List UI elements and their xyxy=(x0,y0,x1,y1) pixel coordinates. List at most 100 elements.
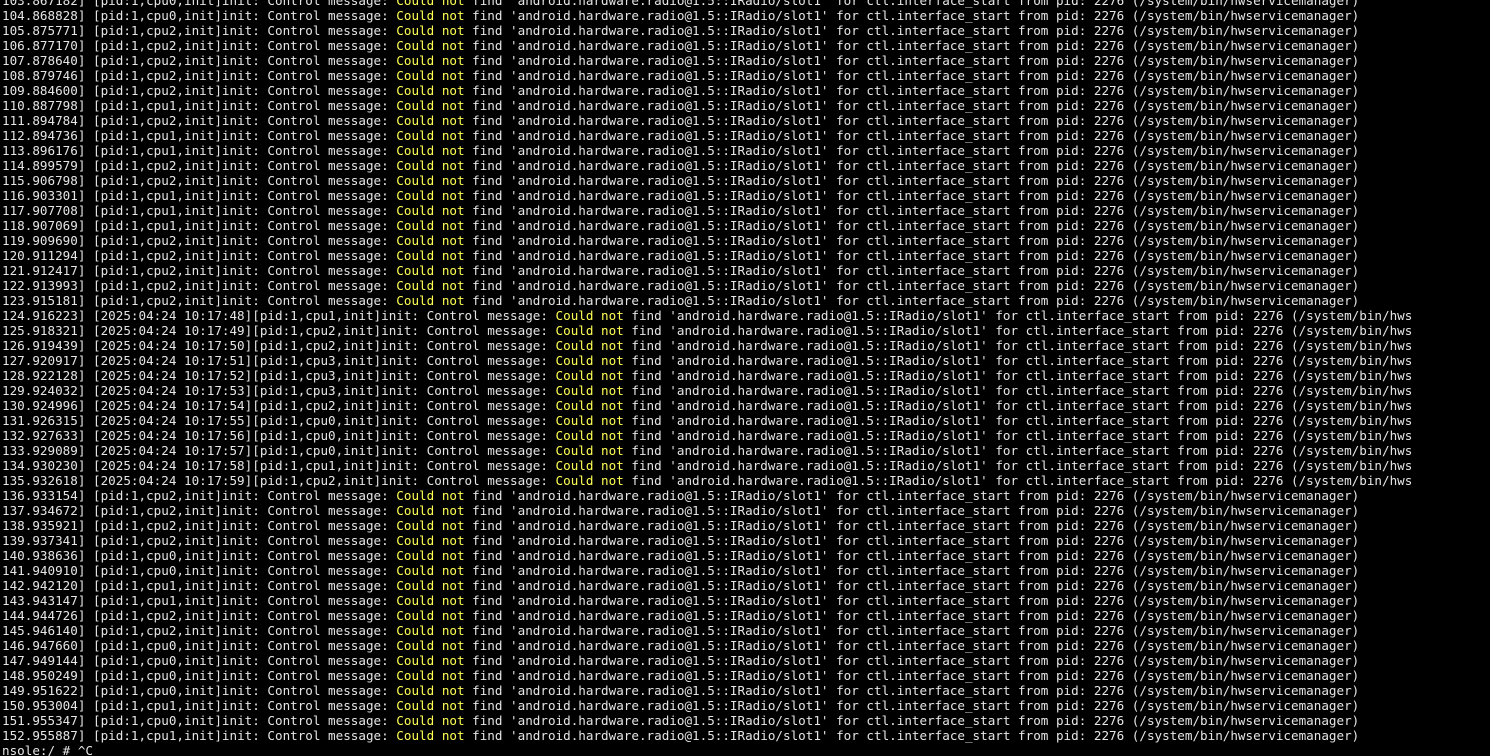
log-timestamp: 110.887798] xyxy=(2,98,93,113)
log-message: init: Control message: xyxy=(221,188,397,203)
highlight-could: Could xyxy=(396,578,435,593)
log-context: [pid:1,cpu2,init] xyxy=(93,68,222,83)
highlight-could: Could xyxy=(555,383,594,398)
log-space xyxy=(434,638,442,653)
log-detail: find 'android.hardware.radio@1.5::IRadio… xyxy=(464,248,1360,263)
log-timestamp: 125.918321] xyxy=(2,323,93,338)
log-space xyxy=(593,473,601,488)
log-space xyxy=(593,458,601,473)
log-detail: find 'android.hardware.radio@1.5::IRadio… xyxy=(464,38,1360,53)
log-space xyxy=(434,623,442,638)
log-line: 109.884600] [pid:1,cpu2,init]init: Contr… xyxy=(2,83,1412,98)
highlight-could: Could xyxy=(396,23,435,38)
log-timestamp: 141.940910] xyxy=(2,563,93,578)
log-line: 112.894736] [pid:1,cpu1,init]init: Contr… xyxy=(2,128,1412,143)
log-message: init: Control message: xyxy=(221,488,397,503)
log-detail: find 'android.hardware.radio@1.5::IRadio… xyxy=(464,98,1360,113)
log-detail: find 'android.hardware.radio@1.5::IRadio… xyxy=(464,83,1360,98)
terminal-window[interactable]: 103.867182] [pid:1,cpu0,init]init: Contr… xyxy=(0,0,1490,756)
log-timestamp: 143.943147] xyxy=(2,593,93,608)
log-space xyxy=(434,608,442,623)
shell-prompt[interactable]: nsole:/ # ^C xyxy=(2,743,1412,756)
log-context: [pid:1,cpu2,init] xyxy=(93,518,222,533)
highlight-not: not xyxy=(441,518,465,533)
log-timestamp: 114.899579] xyxy=(2,158,93,173)
log-line: 120.911294] [pid:1,cpu2,init]init: Contr… xyxy=(2,248,1412,263)
log-line: 130.924996] [2025:04:24 10:17:54][pid:1,… xyxy=(2,398,1412,413)
log-context: [pid:1,cpu0,init] xyxy=(93,713,222,728)
log-detail: find 'android.hardware.radio@1.5::IRadio… xyxy=(464,23,1360,38)
log-space xyxy=(434,668,442,683)
log-space xyxy=(434,38,442,53)
highlight-could: Could xyxy=(396,53,435,68)
log-timestamp: 127.920917] xyxy=(2,353,93,368)
log-space xyxy=(434,293,442,308)
log-line: 150.953004] [pid:1,cpu1,init]init: Contr… xyxy=(2,698,1412,713)
log-timestamp: 111.894784] xyxy=(2,113,93,128)
log-space xyxy=(434,533,442,548)
log-detail: find 'android.hardware.radio@1.5::IRadio… xyxy=(623,383,1413,398)
log-line: 149.951622] [pid:1,cpu0,init]init: Contr… xyxy=(2,683,1412,698)
highlight-not: not xyxy=(441,38,465,53)
log-space xyxy=(434,128,442,143)
log-space xyxy=(593,323,601,338)
log-message: init: Control message: xyxy=(221,8,397,23)
log-line: 105.875771] [pid:1,cpu2,init]init: Contr… xyxy=(2,23,1412,38)
log-detail: find 'android.hardware.radio@1.5::IRadio… xyxy=(464,143,1360,158)
log-space xyxy=(434,728,442,743)
log-detail: find 'android.hardware.radio@1.5::IRadio… xyxy=(464,0,1360,8)
highlight-could: Could xyxy=(396,263,435,278)
log-timestamp: 115.906798] xyxy=(2,173,93,188)
log-timestamp: 150.953004] xyxy=(2,698,93,713)
log-context: [pid:1,cpu2,init] xyxy=(93,158,222,173)
log-line: 131.926315] [2025:04:24 10:17:55][pid:1,… xyxy=(2,413,1412,428)
log-line: 110.887798] [pid:1,cpu1,init]init: Contr… xyxy=(2,98,1412,113)
highlight-not: not xyxy=(601,398,624,413)
log-message: init: Control message: xyxy=(221,638,397,653)
log-context: [pid:1,cpu2,init] xyxy=(93,113,222,128)
log-message: init: Control message: xyxy=(381,308,556,323)
log-date: [2025:04:24 10:17:55] xyxy=(93,413,253,428)
log-date: [2025:04:24 10:17:49] xyxy=(93,323,253,338)
highlight-not: not xyxy=(441,548,465,563)
log-context: [pid:1,cpu1,init] xyxy=(93,698,222,713)
log-space xyxy=(434,143,442,158)
log-detail: find 'android.hardware.radio@1.5::IRadio… xyxy=(464,128,1360,143)
highlight-not: not xyxy=(441,0,465,8)
highlight-not: not xyxy=(441,728,465,743)
log-message: init: Control message: xyxy=(221,713,397,728)
log-detail: find 'android.hardware.radio@1.5::IRadio… xyxy=(464,698,1360,713)
highlight-not: not xyxy=(441,713,465,728)
log-message: init: Control message: xyxy=(221,563,397,578)
highlight-not: not xyxy=(441,233,465,248)
highlight-could: Could xyxy=(396,8,435,23)
log-timestamp: 136.933154] xyxy=(2,488,93,503)
log-date: [2025:04:24 10:17:54] xyxy=(93,398,253,413)
log-timestamp: 146.947660] xyxy=(2,638,93,653)
log-context: [pid:1,cpu0,init] xyxy=(93,653,222,668)
highlight-not: not xyxy=(441,98,465,113)
log-space xyxy=(434,488,442,503)
log-detail: find 'android.hardware.radio@1.5::IRadio… xyxy=(464,593,1360,608)
log-context: [pid:1,cpu2,init] xyxy=(252,473,382,488)
log-message: init: Control message: xyxy=(221,128,397,143)
highlight-could: Could xyxy=(396,83,435,98)
log-line: 137.934672] [pid:1,cpu2,init]init: Contr… xyxy=(2,503,1412,518)
log-context: [pid:1,cpu1,init] xyxy=(93,218,222,233)
log-timestamp: 144.944726] xyxy=(2,608,93,623)
log-space xyxy=(434,113,442,128)
log-date: [2025:04:24 10:17:51] xyxy=(93,353,253,368)
log-message: init: Control message: xyxy=(221,113,397,128)
log-timestamp: 105.875771] xyxy=(2,23,93,38)
log-space xyxy=(434,218,442,233)
log-timestamp: 107.878640] xyxy=(2,53,93,68)
log-timestamp: 119.909690] xyxy=(2,233,93,248)
log-message: init: Control message: xyxy=(221,68,397,83)
highlight-not: not xyxy=(441,263,465,278)
log-message: init: Control message: xyxy=(221,278,397,293)
log-detail: find 'android.hardware.radio@1.5::IRadio… xyxy=(464,608,1360,623)
log-detail: find 'android.hardware.radio@1.5::IRadio… xyxy=(623,353,1413,368)
highlight-could: Could xyxy=(396,293,435,308)
highlight-could: Could xyxy=(396,548,435,563)
log-message: init: Control message: xyxy=(221,38,397,53)
